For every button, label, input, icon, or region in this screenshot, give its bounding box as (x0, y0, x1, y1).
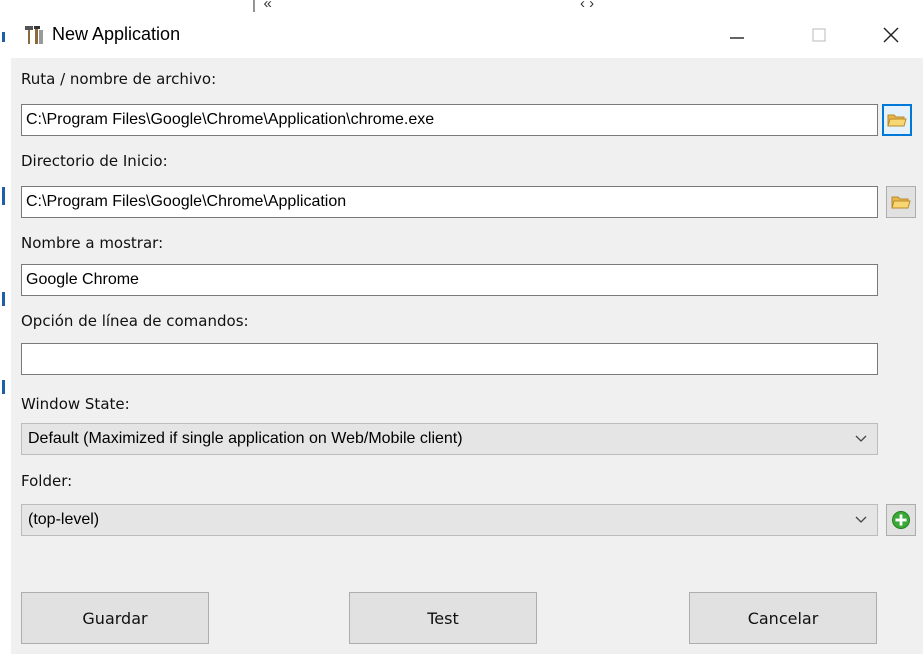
minimize-button[interactable] (705, 12, 769, 58)
folder-open-icon (887, 114, 907, 127)
background-text: ‹ › ▔▔▔▔▔▔▔▔▔ (580, 0, 703, 12)
close-button[interactable] (859, 12, 923, 58)
background-text: │ « ▔▔▔▔▔▔▔▔▔ (250, 0, 380, 12)
path-label: Ruta / nombre de archivo: (21, 70, 217, 88)
browse-path-button[interactable] (882, 104, 912, 136)
save-button[interactable]: Guardar (21, 592, 209, 644)
plus-circle-icon (892, 511, 910, 529)
cancel-button[interactable]: Cancelar (689, 592, 877, 644)
folder-open-icon (891, 196, 911, 209)
display-name-label: Nombre a mostrar: (21, 234, 164, 252)
minimize-icon (730, 37, 744, 39)
window-state-select[interactable]: Default (Maximized if single application… (21, 423, 878, 455)
test-button[interactable]: Test (349, 592, 537, 644)
path-input[interactable]: C:\Program Files\Google\Chrome\Applicati… (21, 104, 878, 136)
display-name-input[interactable]: Google Chrome (21, 264, 878, 296)
folder-select[interactable]: (top-level) (21, 504, 878, 536)
window-title: New Application (52, 24, 181, 44)
maximize-button[interactable] (787, 12, 851, 58)
chevron-down-icon (853, 505, 869, 535)
new-application-dialog: New Application Ruta / nombre de archivo… (11, 12, 923, 654)
title-bar: New Application (11, 12, 923, 58)
background-text: ▔▔▔▔▔▔▔▔ (10, 0, 103, 12)
folder-label: Folder: (21, 472, 73, 490)
window-state-value: Default (Maximized if single application… (28, 430, 463, 447)
start-dir-input[interactable]: C:\Program Files\Google\Chrome\Applicati… (21, 186, 878, 218)
close-icon (883, 27, 899, 43)
maximize-icon (812, 28, 826, 42)
folder-value: (top-level) (28, 511, 100, 528)
cmd-option-input[interactable] (21, 343, 878, 375)
start-dir-label: Directorio de Inicio: (21, 152, 168, 170)
add-folder-button[interactable] (886, 504, 916, 536)
chevron-down-icon (853, 424, 869, 454)
cmd-option-label: Opción de línea de comandos: (21, 312, 249, 330)
browse-start-dir-button[interactable] (886, 186, 916, 218)
window-state-label: Window State: (21, 395, 130, 413)
background-window-strip: ▔▔▔▔▔▔▔▔ │ « ▔▔▔▔▔▔▔▔▔ ‹ › ▔▔▔▔▔▔▔▔▔ (0, 0, 923, 12)
tools-icon (25, 26, 43, 44)
